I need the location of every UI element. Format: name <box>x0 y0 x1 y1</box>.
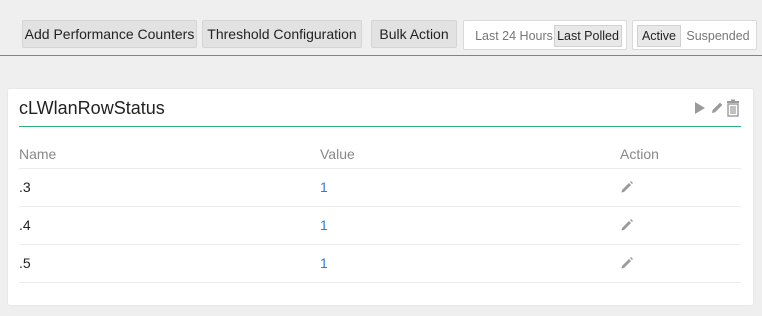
card-title-divider <box>19 126 741 127</box>
toolbar: Add Performance Counters Threshold Confi… <box>0 0 762 56</box>
time-range-last-24-hours[interactable]: Last 24 Hours <box>470 25 558 47</box>
row-value-link[interactable]: 1 <box>320 179 328 195</box>
status-selector: Active Suspended <box>632 20 757 50</box>
row-name: .3 <box>19 179 31 195</box>
bulk-action-button[interactable]: Bulk Action <box>371 20 457 48</box>
column-header-value: Value <box>320 146 355 162</box>
row-value-link[interactable]: 1 <box>320 255 328 271</box>
edit-icon[interactable] <box>709 99 725 117</box>
row-divider <box>19 168 741 169</box>
time-range-last-polled[interactable]: Last Polled <box>554 25 622 47</box>
column-header-action: Action <box>620 146 659 162</box>
edit-icon[interactable] <box>620 256 634 270</box>
row-divider <box>19 244 741 245</box>
row-name: .4 <box>19 217 31 233</box>
play-icon[interactable] <box>693 99 709 117</box>
threshold-configuration-button[interactable]: Threshold Configuration <box>202 20 362 48</box>
edit-icon[interactable] <box>620 218 634 232</box>
add-performance-counters-button[interactable]: Add Performance Counters <box>22 20 197 48</box>
card-title: cLWlanRowStatus <box>19 98 165 118</box>
status-suspended[interactable]: Suspended <box>685 25 751 47</box>
row-divider <box>19 206 741 207</box>
column-header-name: Name <box>19 146 57 162</box>
row-value-link[interactable]: 1 <box>320 217 328 233</box>
monitor-card: cLWlanRowStatus Name Value Action .3 1 .… <box>8 89 753 305</box>
edit-icon[interactable] <box>620 180 634 194</box>
card-header-actions <box>693 99 741 117</box>
row-divider <box>19 282 741 283</box>
trash-icon[interactable] <box>725 99 741 117</box>
status-active[interactable]: Active <box>637 25 681 47</box>
time-range-selector: Last 24 Hours Last Polled <box>463 20 627 50</box>
row-name: .5 <box>19 255 31 271</box>
